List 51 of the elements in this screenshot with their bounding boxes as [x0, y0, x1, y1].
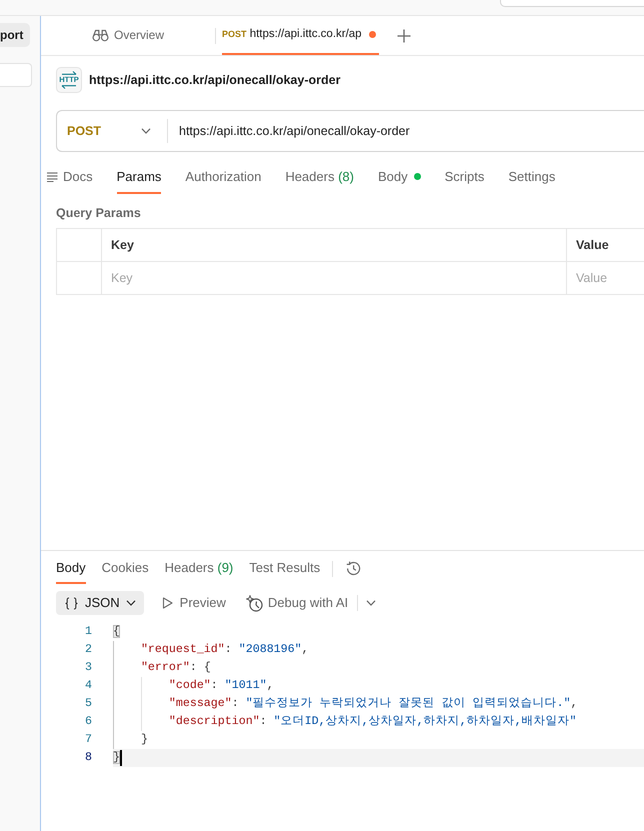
text-cursor	[120, 750, 122, 766]
play-icon	[162, 597, 173, 609]
code-line: "message": "필수정보가 누락되었거나 잘못된 값이 입력되었습니다.",	[168, 696, 578, 712]
request-section-tab[interactable]: Settings	[508, 161, 556, 194]
binoculars-icon	[92, 28, 109, 42]
value-field[interactable]: Value	[567, 262, 644, 294]
line-number: 1	[85, 625, 92, 638]
request-section-tab[interactable]: Scripts	[444, 161, 484, 194]
line-number: 8	[85, 751, 92, 764]
workspace-tab[interactable]: POST https://api.ittc.co.kr/ap	[222, 16, 379, 55]
key-field[interactable]: Key	[102, 262, 566, 294]
column-header: Key	[102, 228, 566, 262]
code-line: "code": "1011",	[168, 678, 274, 694]
chevron-down-icon	[126, 600, 136, 606]
request-section-tab[interactable]: Authorization	[185, 161, 262, 194]
line-number: 3	[85, 661, 92, 674]
line-number: 6	[85, 715, 92, 728]
code-line: "request_id": "2088196",	[140, 642, 309, 658]
lines-icon	[47, 172, 58, 182]
plus-icon[interactable]	[396, 28, 411, 42]
line-number: 2	[85, 643, 92, 656]
preview-button[interactable]: Preview	[162, 593, 226, 613]
arrow-left-icon	[61, 85, 77, 89]
request-section-tab[interactable]: Params	[116, 161, 162, 194]
response-section-tab[interactable]: Headers (9)	[164, 553, 234, 584]
debug-button[interactable]: Debug with AI	[246, 593, 348, 613]
sparkle-clock-icon	[246, 594, 263, 612]
chevron-down-icon[interactable]	[366, 600, 376, 606]
column-header: Value	[566, 228, 644, 262]
line-number: 4	[85, 679, 92, 692]
response-section-tab[interactable]: Test Results	[249, 553, 320, 584]
line-number: 7	[85, 733, 92, 746]
response-section-tab[interactable]: Body	[56, 553, 86, 584]
request-section-tab[interactable]: Docs	[47, 161, 93, 194]
workspace-tab[interactable]: Overview	[41, 16, 215, 55]
section-title: Query Params	[56, 205, 141, 221]
code-line: "error": {	[140, 660, 211, 676]
code-line: }	[140, 732, 148, 748]
request-section-tab[interactable]: Body	[378, 161, 421, 194]
filter-field[interactable]	[0, 63, 32, 87]
response-section-tab[interactable]: Cookies	[102, 553, 149, 584]
search-field[interactable]	[500, 0, 644, 7]
request-section-tab[interactable]: Headers (8)	[285, 161, 354, 194]
format-dropdown[interactable]: JSON	[56, 591, 144, 615]
sidebar-button[interactable]: port	[0, 23, 30, 47]
line-number: 5	[85, 697, 92, 710]
braces-icon	[64, 596, 79, 610]
history-icon[interactable]	[345, 560, 362, 577]
code-line: "description": "오더ID,상차지,상차일자,하차지,하차일자,배차일자"	[168, 714, 577, 730]
request-title: https://api.ittc.co.kr/api/onecall/okay-order	[89, 72, 340, 89]
arrow-right-icon	[61, 71, 77, 75]
